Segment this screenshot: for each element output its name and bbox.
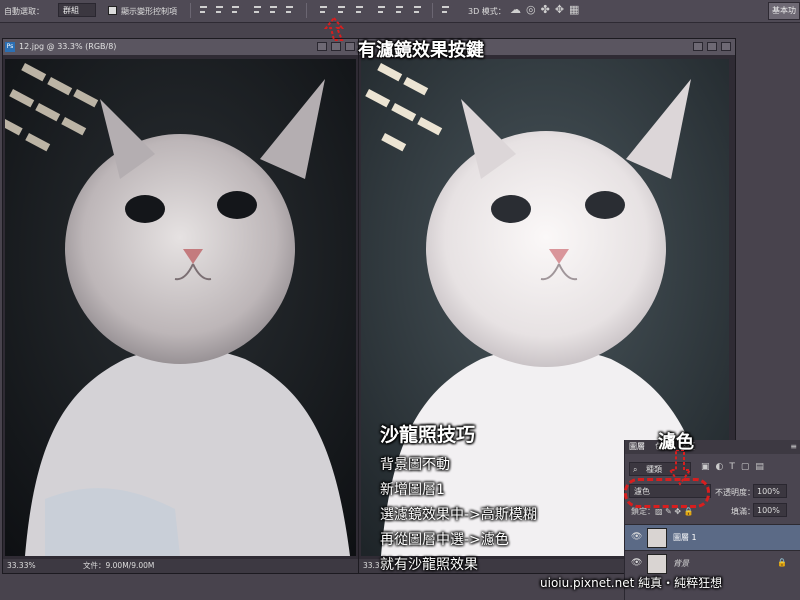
show-transform-checkbox[interactable]	[108, 6, 117, 15]
step-3: 選濾鏡效果中->高斯模糊	[380, 507, 537, 523]
align-hcenter-icon[interactable]	[268, 4, 279, 16]
workspace-button[interactable]: 基本功	[768, 2, 800, 20]
maximize-button[interactable]	[707, 42, 717, 51]
step-2: 新增圖層1	[380, 482, 445, 498]
status-bar: 33.33% 文件：9.00M/9.00M	[3, 559, 359, 573]
step-4: 再從圖層中選->濾色	[380, 532, 509, 548]
panel-tab-bar: 圖層 色版 路徑 ≡	[625, 440, 800, 454]
distribute-hcenter-icon[interactable]	[394, 4, 405, 16]
auto-select-label: 自動選取：	[4, 7, 44, 16]
annotation-blend-highlight	[624, 478, 710, 508]
align-vcenter-icon[interactable]	[214, 4, 225, 16]
document-size[interactable]: 文件：9.00M/9.00M	[83, 559, 154, 573]
distribute-left-icon[interactable]	[376, 4, 387, 16]
panel-menu-icon[interactable]: ≡	[790, 442, 797, 451]
layer-name[interactable]: 圖層 1	[673, 532, 697, 543]
eye-icon[interactable]: 👁	[631, 558, 642, 568]
annotation-filter-button: 有濾鏡效果按鍵	[358, 40, 484, 61]
layer-thumbnail	[647, 528, 667, 548]
distribute-right-icon[interactable]	[412, 4, 423, 16]
3d-rotate-icons[interactable]: ☁◎✤✥▦	[510, 3, 584, 16]
search-icon: ⌕	[633, 465, 638, 474]
fill-input[interactable]: 100%	[753, 503, 787, 517]
step-1: 背景圖不動	[380, 457, 450, 473]
layer-name[interactable]: 背景	[673, 558, 689, 569]
align-left-icon[interactable]	[252, 4, 263, 16]
divider	[432, 3, 433, 18]
steps-title: 沙龍照技巧	[380, 424, 476, 446]
auto-align-icon[interactable]	[440, 4, 451, 16]
fill-label: 填滿：	[731, 507, 755, 516]
options-bar: 自動選取： 群組 顯示變形控制項 3D 模式： ☁◎✤✥▦ 基本功	[0, 0, 800, 23]
lock-icon: 🔒	[777, 558, 787, 567]
show-transform-label: 顯示變形控制項	[121, 7, 177, 16]
eye-icon[interactable]: 👁	[631, 532, 642, 542]
watermark: uioiu.pixnet.net 純真・純粹狂想	[540, 576, 723, 590]
divider	[306, 3, 307, 18]
document-titlebar[interactable]: Ps 12.jpg @ 33.3% (RGB/8)	[3, 39, 359, 55]
align-right-icon[interactable]	[284, 4, 295, 16]
tab-layers[interactable]: 圖層	[629, 440, 645, 454]
filter-kind-label: 種類	[646, 465, 662, 474]
zoom-level[interactable]: 33.33%	[7, 559, 36, 573]
step-5: 就有沙龍照效果	[380, 557, 478, 573]
annotation-arrow-up	[323, 16, 345, 41]
close-button[interactable]	[721, 42, 731, 51]
layer-filter-icons[interactable]: ▣◐T▢▤	[701, 462, 770, 472]
document-title: 12.jpg @ 33.3% (RGB/8)	[19, 42, 117, 51]
layer-row-1[interactable]: 👁 圖層 1	[625, 524, 800, 550]
minimize-button[interactable]	[693, 42, 703, 51]
ps-doc-icon: Ps	[5, 42, 15, 52]
layer-row-background[interactable]: 👁 背景 🔒	[625, 550, 800, 576]
layer-thumbnail	[647, 554, 667, 574]
auto-select-dropdown[interactable]: 群組	[58, 3, 96, 17]
opacity-label: 不透明度：	[715, 488, 755, 497]
divider	[190, 3, 191, 18]
align-bottom-icon[interactable]	[230, 4, 241, 16]
document-window-left: Ps 12.jpg @ 33.3% (RGB/8) 33.33% 文件：9.00…	[2, 38, 360, 574]
align-top-icon[interactable]	[198, 4, 209, 16]
cat-photo-original	[5, 59, 356, 556]
3d-mode-label: 3D 模式：	[468, 7, 506, 16]
opacity-input[interactable]: 100%	[753, 484, 787, 498]
